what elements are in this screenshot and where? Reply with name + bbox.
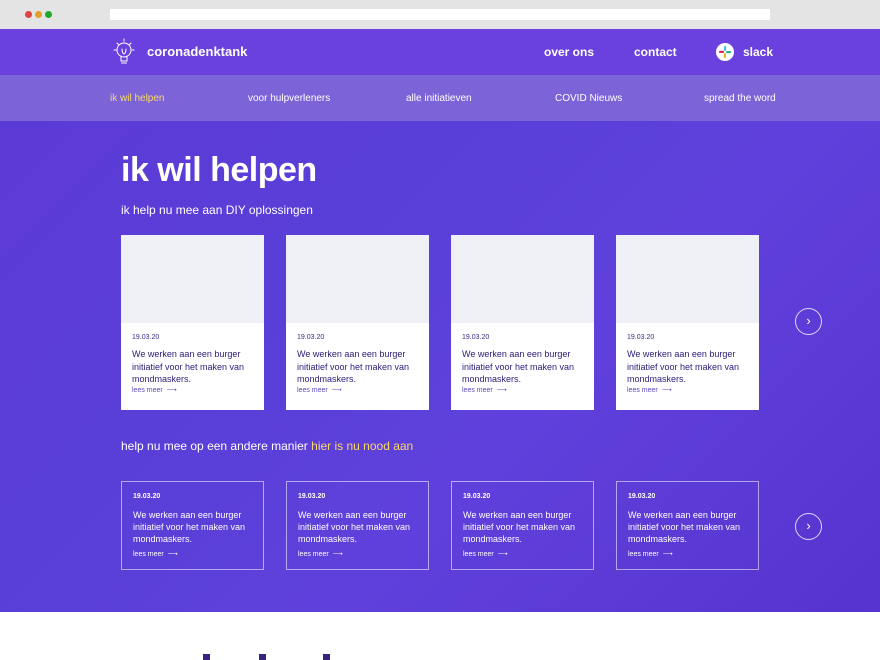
card-date: 19.03.20: [462, 334, 490, 341]
read-more-link[interactable]: lees meer ⟶: [133, 550, 178, 558]
read-more-label: lees meer: [297, 387, 328, 394]
read-more-label: lees meer: [133, 551, 164, 558]
card-text: We werken aan een burger initiatief voor…: [132, 349, 245, 384]
need-card[interactable]: 19.03.20 We werken aan een burger initia…: [286, 481, 429, 570]
hero-section: ik wil helpen ik help nu mee aan DIY opl…: [0, 121, 880, 612]
card-text: We werken aan een burger initiatief voor…: [298, 510, 411, 544]
close-window-button[interactable]: [25, 11, 32, 18]
next-cards-button[interactable]: ›: [795, 308, 822, 335]
card-image: [616, 235, 759, 323]
arrow-right-icon: ⟶: [661, 387, 672, 394]
card-text: We werken aan een burger initiatief voor…: [297, 349, 410, 384]
address-bar[interactable]: [110, 9, 770, 20]
arrow-right-icon: ⟶: [332, 551, 343, 558]
nav-over-ons[interactable]: over ons: [544, 45, 594, 59]
subnav-item-covid-nieuws[interactable]: COVID Nieuws: [555, 93, 622, 104]
card-image: [286, 235, 429, 323]
subnav-item-ik-wil-helpen[interactable]: ik wil helpen: [110, 93, 164, 104]
card-text: We werken aan een burger initiatief voor…: [462, 349, 575, 384]
initiative-card[interactable]: 19.03.20 We werken aan een burger initia…: [616, 235, 759, 410]
read-more-link[interactable]: lees meer ⟶: [298, 550, 343, 558]
initiative-card[interactable]: 19.03.20 We werken aan een burger initia…: [121, 235, 264, 410]
help-other-way-text: help nu mee op een andere manier hier is…: [121, 439, 413, 453]
page-title: ik wil helpen: [121, 151, 317, 189]
chevron-right-icon: ›: [806, 518, 811, 533]
arrow-right-icon: ⟶: [496, 387, 507, 394]
card-date: 19.03.20: [133, 493, 161, 500]
initiative-card[interactable]: 19.03.20 We werken aan een burger initia…: [286, 235, 429, 410]
heading-glyph-fragment: [259, 654, 266, 660]
next-need-cards-button[interactable]: ›: [795, 513, 822, 540]
card-date: 19.03.20: [132, 334, 160, 341]
card-date: 19.03.20: [463, 493, 491, 500]
arrow-right-icon: ⟶: [497, 551, 508, 558]
browser-chrome: [0, 0, 880, 29]
need-card[interactable]: 19.03.20 We werken aan een burger initia…: [121, 481, 264, 570]
card-date: 19.03.20: [297, 334, 325, 341]
read-more-link[interactable]: lees meer ⟶: [297, 386, 342, 394]
initiative-card[interactable]: 19.03.20 We werken aan een burger initia…: [451, 235, 594, 410]
card-text: We werken aan een burger initiatief voor…: [628, 510, 741, 544]
next-section: [0, 612, 880, 660]
read-more-link[interactable]: lees meer ⟶: [628, 550, 673, 558]
card-text: We werken aan een burger initiatief voor…: [133, 510, 246, 544]
card-image: [121, 235, 264, 323]
read-more-label: lees meer: [628, 551, 659, 558]
arrow-right-icon: ⟶: [166, 387, 177, 394]
read-more-link[interactable]: lees meer ⟶: [132, 386, 177, 394]
site-logo-text[interactable]: coronadenktank: [147, 44, 247, 59]
need-card[interactable]: 19.03.20 We werken aan een burger initia…: [451, 481, 594, 570]
need-card[interactable]: 19.03.20 We werken aan een burger initia…: [616, 481, 759, 570]
card-date: 19.03.20: [298, 493, 326, 500]
heading-glyph-fragment: [203, 654, 210, 660]
chevron-right-icon: ›: [806, 313, 811, 328]
arrow-right-icon: ⟶: [331, 387, 342, 394]
nav-slack[interactable]: slack: [743, 45, 773, 59]
read-more-label: lees meer: [132, 387, 163, 394]
card-date: 19.03.20: [627, 334, 655, 341]
heading-glyph-fragment: [323, 654, 330, 660]
nav-contact[interactable]: contact: [634, 45, 677, 59]
read-more-label: lees meer: [627, 387, 658, 394]
subnav-item-alle-initiatieven[interactable]: alle initiatieven: [406, 93, 472, 104]
card-image: [451, 235, 594, 323]
lightbulb-icon[interactable]: [110, 37, 138, 67]
read-more-label: lees meer: [462, 387, 493, 394]
read-more-link[interactable]: lees meer ⟶: [463, 550, 508, 558]
subnav-item-spread-the-word[interactable]: spread the word: [704, 93, 776, 104]
minimize-window-button[interactable]: [35, 11, 42, 18]
card-text: We werken aan een burger initiatief voor…: [627, 349, 740, 384]
page-subtitle: ik help nu mee aan DIY oplossingen: [121, 203, 313, 217]
read-more-label: lees meer: [463, 551, 494, 558]
help-line-highlight-link[interactable]: hier is nu nood aan: [311, 439, 413, 453]
card-date: 19.03.20: [628, 493, 656, 500]
read-more-label: lees meer: [298, 551, 329, 558]
read-more-link[interactable]: lees meer ⟶: [627, 386, 672, 394]
maximize-window-button[interactable]: [45, 11, 52, 18]
sub-navigation: ik wil helpen voor hulpverleners alle in…: [0, 75, 880, 121]
read-more-link[interactable]: lees meer ⟶: [462, 386, 507, 394]
subnav-item-voor-hulpverleners[interactable]: voor hulpverleners: [248, 93, 330, 104]
arrow-right-icon: ⟶: [662, 551, 673, 558]
slack-icon[interactable]: [716, 43, 734, 61]
arrow-right-icon: ⟶: [167, 551, 178, 558]
site-header: coronadenktank over ons contact slack: [0, 29, 880, 75]
help-line-prefix: help nu mee op een andere manier: [121, 439, 312, 453]
card-text: We werken aan een burger initiatief voor…: [463, 510, 576, 544]
